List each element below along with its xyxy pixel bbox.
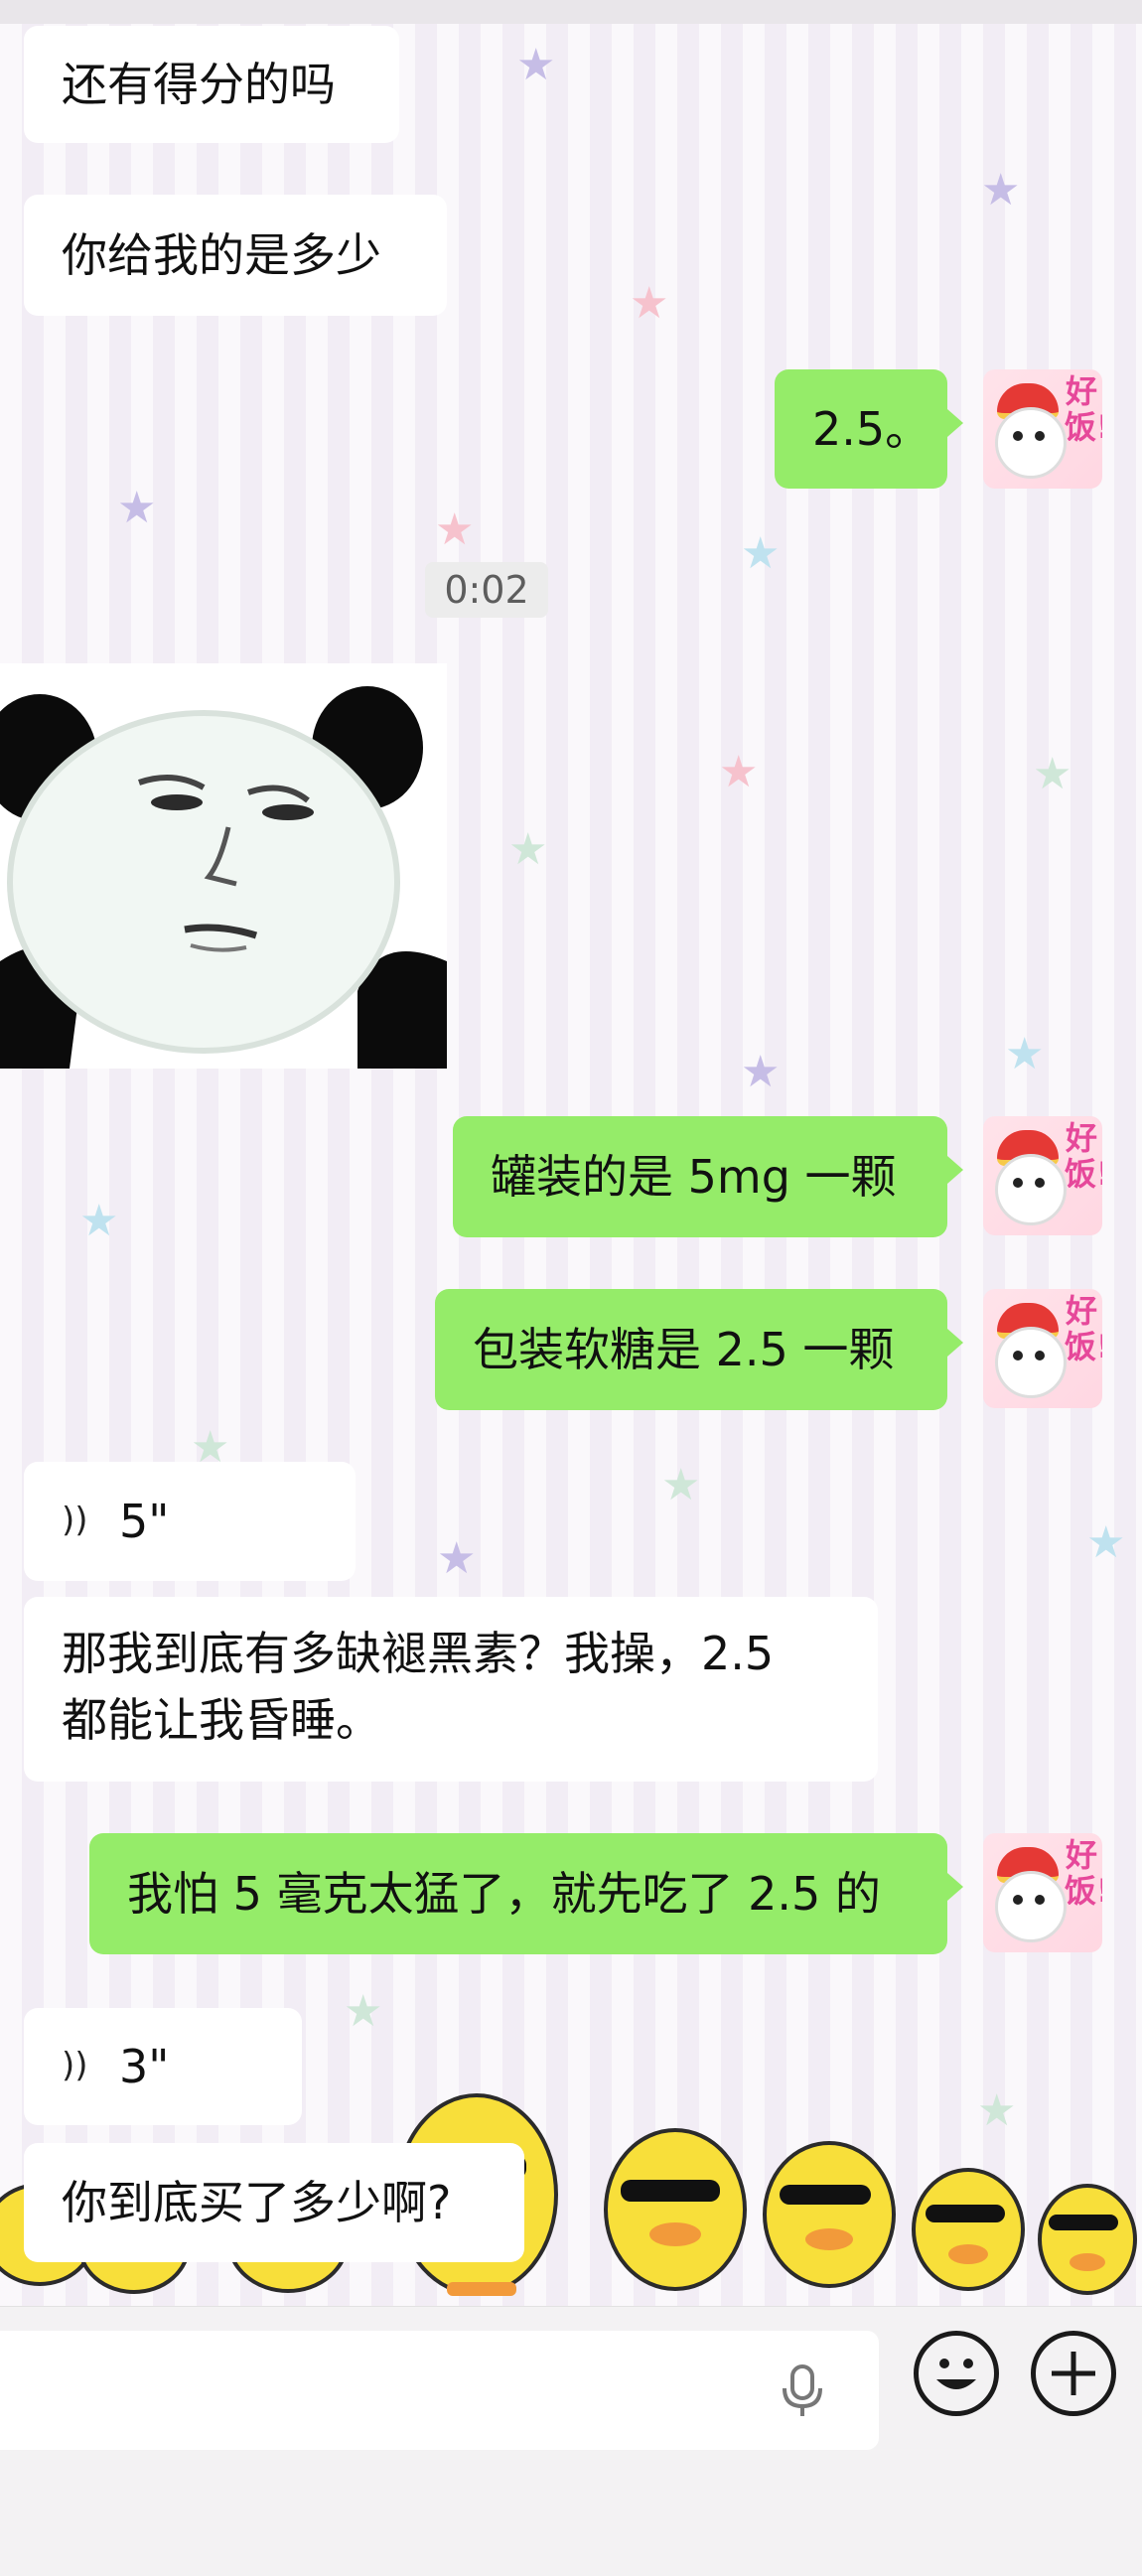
- star-decoration-icon: ★: [981, 165, 1021, 215]
- star-decoration-icon: ★: [79, 1196, 119, 1246]
- outgoing-message[interactable]: 罐装的是 5mg 一颗: [453, 1116, 963, 1237]
- emoji-icon[interactable]: [914, 2331, 999, 2416]
- voice-message[interactable]: )) 3": [24, 2008, 302, 2125]
- panda-meme-sticker[interactable]: [0, 663, 447, 1069]
- voice-wave-icon: )): [62, 1501, 88, 1541]
- voice-duration: 3": [119, 2039, 170, 2093]
- microphone-icon[interactable]: [775, 2362, 830, 2418]
- message-text: 你到底买了多少啊?: [62, 2175, 452, 2229]
- message-text: 还有得分的吗: [62, 57, 336, 111]
- plus-icon[interactable]: [1031, 2331, 1116, 2416]
- chef-avatar-icon[interactable]: 好饭!: [983, 1116, 1102, 1235]
- star-decoration-icon: ★: [117, 483, 157, 533]
- star-decoration-icon: ★: [741, 1047, 781, 1097]
- outgoing-message[interactable]: 我怕 5 毫克太猛了，就先吃了 2.5 的: [89, 1833, 963, 1954]
- voice-wave-icon: )): [62, 2046, 88, 2086]
- star-decoration-icon: ★: [630, 278, 669, 329]
- incoming-message[interactable]: 那我到底有多缺褪黑素？我操，2.5 都能让我昏睡。: [24, 1597, 878, 1782]
- voice-message[interactable]: )) 5": [24, 1462, 356, 1581]
- message-text-line-2: 都能让我昏睡。: [62, 1692, 381, 1747]
- message-text: 罐装的是 5mg 一颗: [491, 1149, 897, 1204]
- timestamp: 0:02: [425, 562, 548, 618]
- star-decoration-icon: ★: [1086, 1517, 1126, 1568]
- star-decoration-icon: ★: [508, 824, 548, 875]
- message-text-line-1: 那我到底有多缺褪黑素？我操，2.5: [62, 1627, 775, 1680]
- star-decoration-icon: ★: [661, 1460, 701, 1510]
- message-text: 我怕 5 毫克太猛了，就先吃了 2.5 的: [127, 1866, 881, 1921]
- message-input[interactable]: [0, 2331, 879, 2450]
- top-divider: [0, 0, 1142, 24]
- chef-avatar-icon[interactable]: 好饭!: [983, 1833, 1102, 1952]
- incoming-message[interactable]: 你给我的是多少: [24, 195, 447, 316]
- star-decoration-icon: ★: [741, 528, 781, 579]
- star-decoration-icon: ★: [437, 1533, 477, 1584]
- incoming-message[interactable]: 还有得分的吗: [24, 26, 399, 143]
- star-decoration-icon: ★: [516, 40, 556, 90]
- star-decoration-icon: ★: [1033, 749, 1072, 799]
- outgoing-message[interactable]: 2.5。: [775, 369, 963, 489]
- input-bar: [0, 2306, 1142, 2576]
- star-decoration-icon: ★: [1005, 1029, 1045, 1079]
- chef-avatar-icon[interactable]: 好饭!: [983, 369, 1102, 489]
- incoming-message[interactable]: 你到底买了多少啊?: [24, 2143, 524, 2262]
- message-text: 2.5。: [812, 401, 931, 456]
- panda-face-icon: [0, 663, 447, 1069]
- star-decoration-icon: ★: [435, 504, 475, 555]
- voice-duration: 5": [119, 1494, 170, 1548]
- star-decoration-icon: ★: [719, 747, 759, 797]
- message-text: 包装软糖是 2.5 一颗: [473, 1322, 895, 1376]
- chef-avatar-icon[interactable]: 好饭!: [983, 1289, 1102, 1408]
- star-decoration-icon: ★: [344, 1986, 383, 2037]
- outgoing-message[interactable]: 包装软糖是 2.5 一颗: [435, 1289, 963, 1410]
- message-text: 你给我的是多少: [62, 227, 381, 282]
